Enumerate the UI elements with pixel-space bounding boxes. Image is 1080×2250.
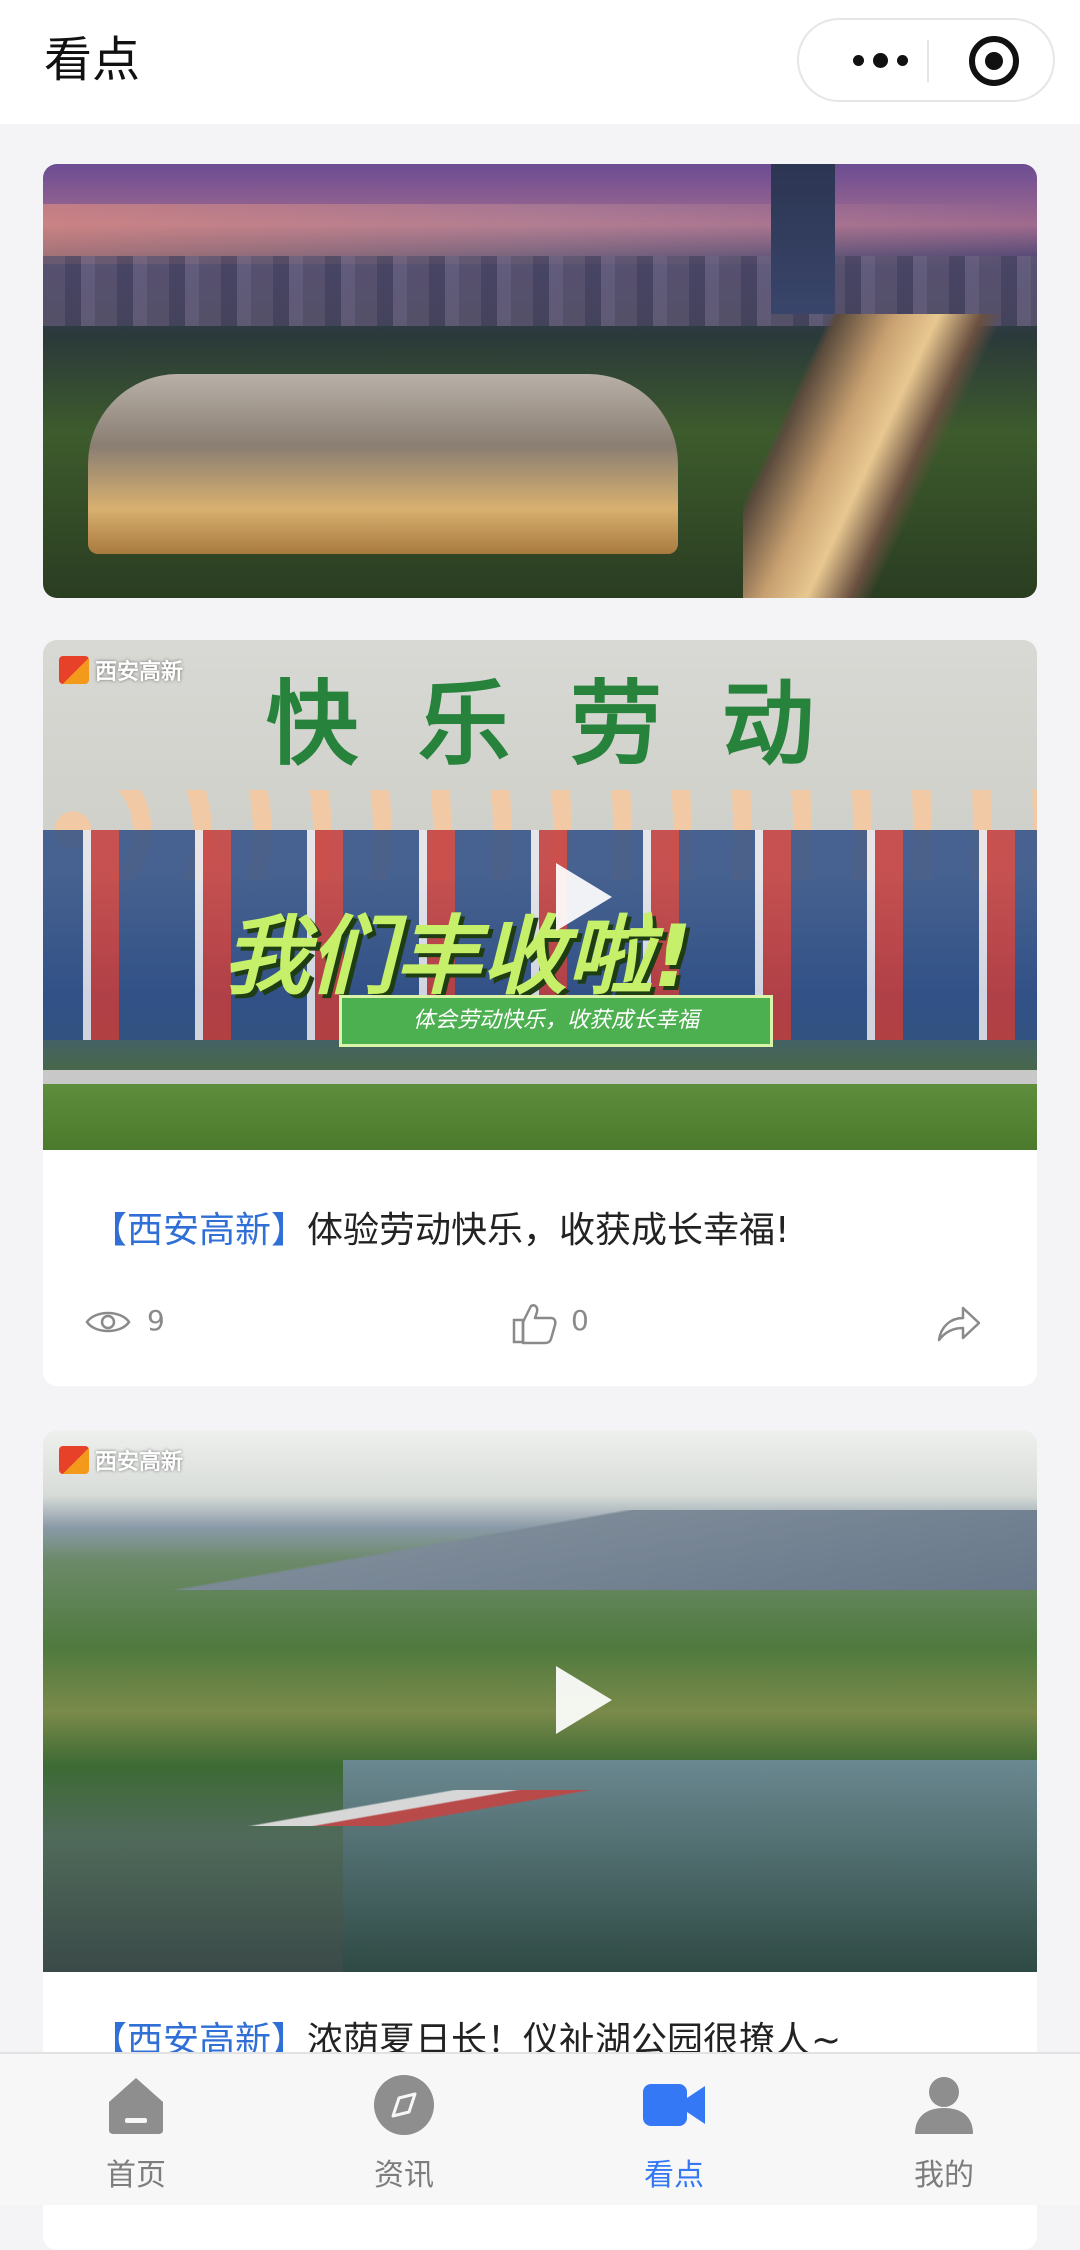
more-options-icon[interactable] <box>835 40 925 80</box>
banner-road <box>743 314 1037 598</box>
like-count: 0 <box>571 1304 589 1337</box>
video-camera-icon <box>643 2084 705 2126</box>
compass-icon <box>374 2075 434 2135</box>
tab-watch-label: 看点 <box>644 2158 704 2193</box>
thumbnail-bridge <box>43 1790 743 1826</box>
banner-tower <box>771 164 835 314</box>
video-stats: 9 0 <box>43 1300 1037 1350</box>
banner-sky <box>43 204 1037 264</box>
close-target-icon[interactable] <box>969 36 1019 86</box>
tab-mine-label: 我的 <box>914 2158 974 2193</box>
banner-exhibition-hall <box>88 374 678 554</box>
brand-mark-icon <box>59 656 89 684</box>
tab-home-label: 首页 <box>106 2158 166 2193</box>
play-icon[interactable] <box>556 863 612 931</box>
eye-icon <box>85 1311 131 1333</box>
brand-label: 西安高新 <box>95 1450 184 1475</box>
tab-home[interactable]: 首页 <box>66 2072 206 2200</box>
brand-logo: 西安高新 <box>59 652 183 688</box>
tab-mine[interactable]: 我的 <box>874 2072 1014 2200</box>
video-title-text: 体验劳动快乐，收获成长幸福! <box>307 1210 790 1251</box>
tab-news-label: 资讯 <box>374 2158 434 2193</box>
thumbnail-slogan: 我们丰收啦! <box>223 907 693 1007</box>
thumbnail-subbanner: 体会劳动快乐，收获成长幸福 <box>339 995 773 1047</box>
video-thumbnail[interactable]: 快乐劳动 我们丰收啦! 体会劳动快乐，收获成长幸福 西安高新 <box>43 640 1037 1150</box>
capsule-divider <box>927 40 929 82</box>
thumbnail-headline: 快乐劳动 <box>265 671 874 778</box>
share-icon[interactable] <box>935 1302 983 1344</box>
view-count: 9 <box>147 1304 165 1337</box>
thumbnail-mountains <box>43 1510 1037 1590</box>
tab-watch[interactable]: 看点 <box>604 2072 744 2200</box>
video-card[interactable]: 快乐劳动 我们丰收啦! 体会劳动快乐，收获成长幸福 西安高新 【西安高新】体验劳… <box>43 640 1037 1386</box>
video-source-tag: 【西安高新】 <box>91 1210 308 1251</box>
mini-program-capsule <box>797 18 1055 102</box>
top-bar: 看点 <box>0 0 1080 124</box>
thumb-up-icon[interactable] <box>511 1300 559 1346</box>
brand-label: 西安高新 <box>95 660 184 685</box>
thumbnail-grass <box>43 1070 1037 1150</box>
tab-news[interactable]: 资讯 <box>334 2072 474 2200</box>
play-icon[interactable] <box>556 1666 612 1734</box>
bottom-tab-bar: 首页 资讯 看点 我的 <box>0 2052 1080 2205</box>
video-thumbnail[interactable]: 西安高新 <box>43 1430 1037 1972</box>
page-title: 看点 <box>44 32 141 88</box>
brand-logo: 西安高新 <box>59 1442 183 1478</box>
brand-mark-icon <box>59 1446 89 1474</box>
video-title[interactable]: 【西安高新】体验劳动快乐，收获成长幸福! <box>91 1206 789 1256</box>
user-icon <box>915 2077 973 2134</box>
top-banner-image[interactable] <box>43 164 1037 598</box>
home-icon <box>109 2078 163 2134</box>
